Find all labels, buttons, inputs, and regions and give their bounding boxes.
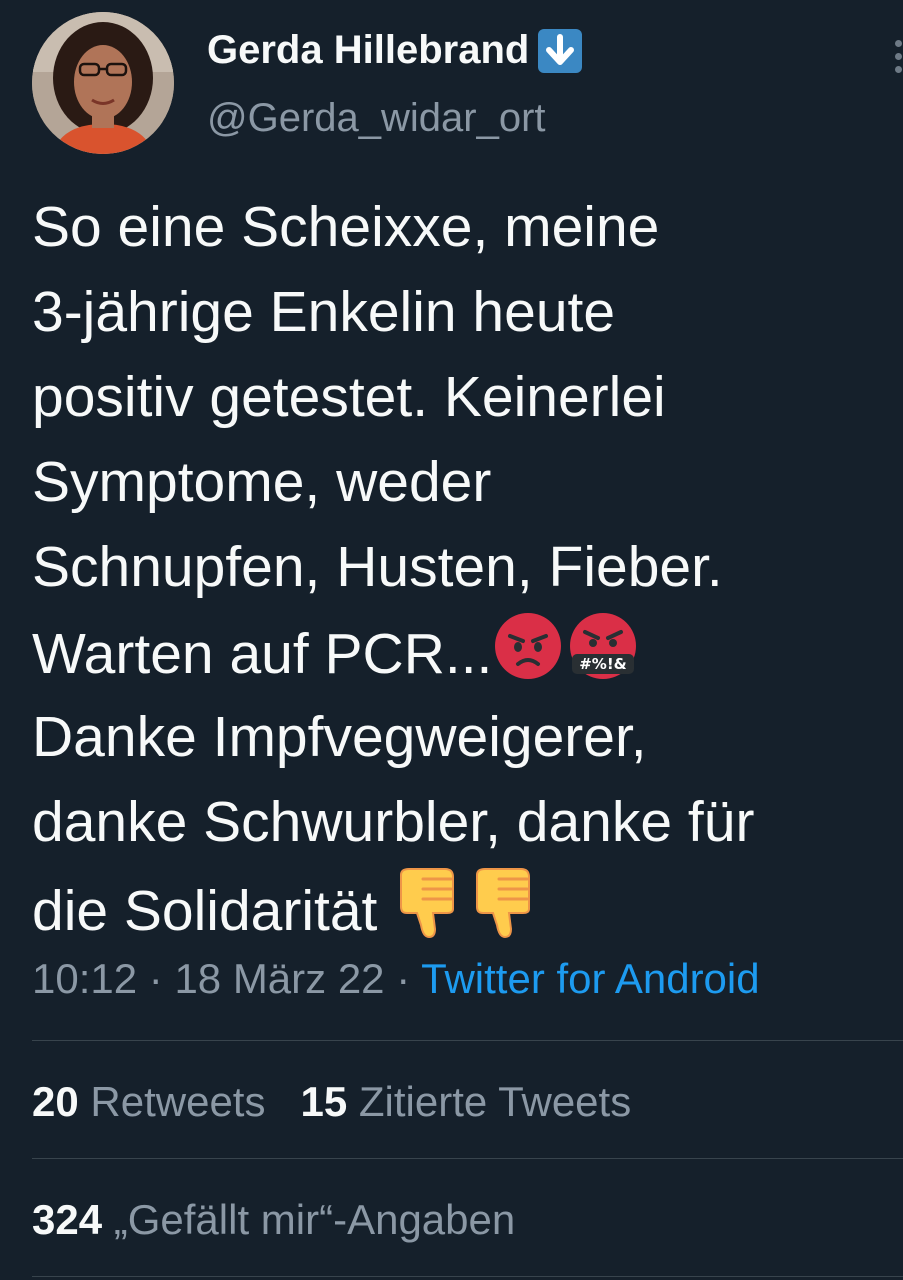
quote-tweets-stat[interactable]: 15 Zitierte Tweets bbox=[300, 1078, 631, 1125]
user-handle[interactable]: @Gerda_widar_ort bbox=[207, 96, 546, 141]
tweet-line-text: die Solidarität bbox=[32, 879, 378, 944]
meta-separator: · bbox=[384, 955, 422, 1002]
tweet-line: So eine Scheixxe, meine bbox=[32, 195, 660, 259]
retweets-label: Retweets bbox=[90, 1078, 266, 1125]
retweet-stats-row: 20 Retweets 15 Zitierte Tweets bbox=[32, 1078, 631, 1126]
thumbs-down-icon bbox=[393, 865, 469, 965]
face-with-symbols-on-mouth-icon: #%!& bbox=[564, 610, 642, 706]
likes-count: 324 bbox=[32, 1196, 103, 1243]
quotes-count: 15 bbox=[300, 1078, 348, 1125]
likes-stats-row: 324 „Gefällt mir“-Angaben bbox=[32, 1196, 515, 1244]
avatar-image bbox=[32, 12, 174, 154]
tweet-line-with-emoji: die Solidarität bbox=[32, 865, 897, 950]
tweet-line: Danke Impfvegweigerer, bbox=[32, 705, 647, 769]
divider bbox=[32, 1276, 903, 1277]
angry-face-icon bbox=[492, 610, 564, 706]
tweet-meta: 10:12 · 18 März 22 · Twitter for Android bbox=[32, 955, 760, 1003]
retweets-stat[interactable]: 20 Retweets bbox=[32, 1078, 265, 1125]
tweet-line-with-emoji: Warten auf PCR... #%!& bbox=[32, 610, 897, 695]
quotes-label: Zitierte Tweets bbox=[358, 1078, 632, 1125]
likes-stat[interactable]: 324 „Gefällt mir“-Angaben bbox=[32, 1196, 515, 1243]
retweets-count: 20 bbox=[32, 1078, 79, 1125]
meta-separator: · bbox=[137, 955, 175, 1002]
likes-label: „Gefällt mir“-Angaben bbox=[113, 1196, 516, 1243]
divider bbox=[32, 1158, 903, 1159]
tweet-date[interactable]: 18 März 22 bbox=[174, 955, 384, 1002]
display-name-text: Gerda Hillebrand bbox=[207, 28, 530, 72]
tweet-line: Symptome, weder bbox=[32, 450, 492, 514]
display-name[interactable]: Gerda Hillebrand bbox=[207, 28, 585, 73]
symbols-text: #%!& bbox=[580, 655, 628, 673]
more-options-icon[interactable] bbox=[893, 40, 903, 80]
tweet-line: 3-jährige Enkelin heute bbox=[32, 280, 616, 344]
avatar[interactable] bbox=[32, 12, 174, 154]
divider bbox=[32, 1040, 903, 1041]
tweet-line-text: Warten auf PCR... bbox=[32, 622, 493, 687]
thumbs-down-icon bbox=[469, 865, 545, 965]
tweet-line: danke Schwurbler, danke für bbox=[32, 790, 755, 854]
down-arrow-button-icon bbox=[535, 28, 585, 73]
tweet-text: So eine Scheixxe, meine 3-jährige Enkeli… bbox=[32, 185, 897, 950]
tweet-detail: Gerda Hillebrand @Gerda_widar_ort So ein… bbox=[0, 0, 903, 1280]
tweet-line: positiv getestet. Keinerlei bbox=[32, 365, 666, 429]
tweet-time[interactable]: 10:12 bbox=[32, 955, 137, 1002]
tweet-line: Schnupfen, Husten, Fieber. bbox=[32, 535, 723, 599]
tweet-source-link[interactable]: Twitter for Android bbox=[421, 955, 759, 1002]
